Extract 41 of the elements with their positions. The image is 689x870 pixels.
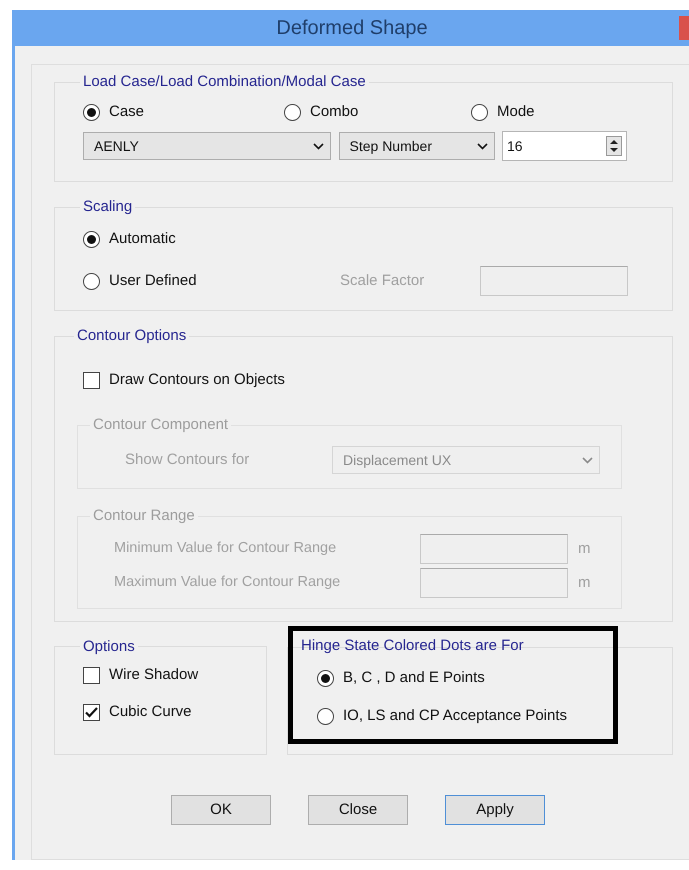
radio-button[interactable] — [317, 708, 334, 724]
radio-option[interactable]: B, C , D and E Points — [317, 667, 605, 690]
radio-option[interactable]: IO, LS and CP Acceptance Points — [317, 704, 605, 728]
group-title: Scaling — [82, 198, 134, 216]
radio-button[interactable] — [83, 272, 100, 290]
spin-arrows-icon[interactable] — [606, 136, 622, 156]
dialog-button[interactable]: Close — [308, 795, 408, 826]
field-label: Maximum Value for Contour Range — [113, 572, 342, 592]
field-label: Show Contours for — [124, 450, 250, 470]
field-label: Minimum Value for Contour Range — [113, 538, 338, 558]
checkbox[interactable] — [83, 666, 100, 684]
radio-option[interactable]: Combo — [284, 101, 471, 124]
checkbox-option[interactable]: Cubic Curve — [83, 701, 256, 724]
radio-button[interactable] — [284, 104, 301, 121]
group-title: Hinge State Colored Dots are For — [301, 636, 525, 656]
case-dropdown[interactable]: AENLY — [83, 132, 331, 160]
checkbox-option[interactable]: Wire Shadow — [83, 664, 256, 686]
step-spin-field[interactable]: 16 — [502, 131, 627, 161]
group-title: Options — [82, 638, 136, 656]
radio-option[interactable]: User Defined — [83, 270, 340, 292]
group-title: Contour Component — [92, 414, 230, 435]
radio-button[interactable] — [471, 104, 488, 121]
field-label: Scale Factor — [340, 271, 426, 291]
dialog-button[interactable]: Apply — [445, 795, 545, 826]
radio-option[interactable]: Automatic — [83, 228, 176, 250]
step-dropdown[interactable]: Step Number — [338, 132, 494, 160]
window-title: Deformed Shape — [275, 16, 429, 41]
group-title: Load Case/Load Combination/Modal Case — [82, 73, 367, 91]
unit-label: m — [578, 538, 590, 558]
radio-option[interactable]: Mode — [471, 101, 535, 124]
dialog-button[interactable]: OK — [171, 795, 271, 826]
radio-button[interactable] — [83, 104, 100, 121]
checkbox-option[interactable]: Draw Contours on Objects — [83, 369, 285, 392]
radio-option[interactable]: Case — [83, 101, 284, 124]
radio-button[interactable] — [83, 230, 100, 248]
radio-button[interactable] — [317, 670, 334, 687]
checkbox[interactable] — [83, 372, 100, 389]
group-title: Contour Options — [76, 327, 188, 346]
group-title: Contour Range — [92, 506, 196, 526]
checkbox[interactable] — [83, 704, 100, 721]
unit-label: m — [578, 572, 590, 592]
